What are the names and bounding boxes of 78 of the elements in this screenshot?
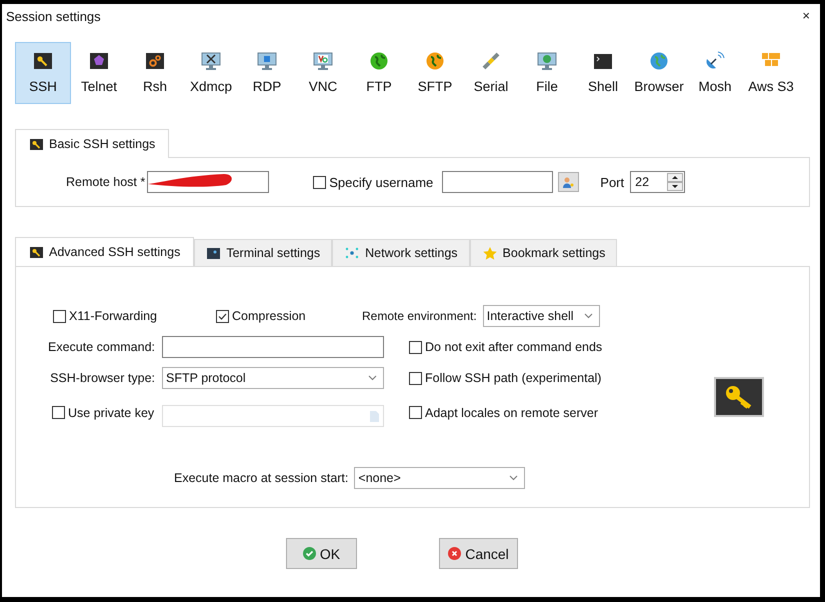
protocol-button[interactable]: SSH (15, 42, 71, 104)
option-label: Follow SSH path (experimental) (425, 371, 602, 385)
macro-dropdown[interactable]: <none> (354, 467, 526, 489)
user-icon[interactable] (558, 172, 580, 192)
ok-button[interactable]: OK (286, 538, 357, 569)
macro-label: Execute macro at session start: (174, 471, 348, 485)
ssh-browser-type-label: SSH-browser type: (50, 371, 155, 385)
gem-icon (90, 53, 108, 69)
protocol-button[interactable]: Aws S3 (743, 42, 799, 104)
compression-label: Compression (232, 309, 306, 323)
checkbox[interactable] (409, 406, 422, 419)
checkbox[interactable] (409, 340, 422, 354)
tab[interactable]: Terminal settings (194, 239, 332, 266)
monitor-icon (313, 52, 333, 70)
option-label: Adapt locales on remote server (425, 406, 598, 420)
port-field[interactable]: 22 (630, 171, 686, 193)
protocol-button[interactable]: File (519, 42, 575, 104)
checkbox[interactable] (409, 372, 422, 384)
checkbox[interactable] (53, 310, 66, 322)
key-icon (30, 138, 43, 150)
key-icon (30, 246, 43, 258)
remote-environment-label: Remote environment: (362, 309, 477, 323)
protocol-button[interactable]: Shell (575, 42, 631, 104)
protocol-button[interactable]: Telnet (71, 42, 127, 104)
cancel-button[interactable]: Cancel (439, 538, 518, 569)
checkmark-icon (302, 547, 316, 560)
monitor-icon (257, 52, 277, 70)
checkbox[interactable] (313, 176, 326, 188)
monitor-icon (537, 52, 557, 70)
key-button[interactable] (714, 377, 764, 417)
protocol-button[interactable]: FTP (351, 42, 407, 104)
execute-command-field[interactable] (162, 336, 384, 358)
terminal-icon (594, 54, 612, 68)
caret-icon (584, 313, 593, 319)
network-icon (345, 247, 360, 259)
globe-icon (370, 52, 388, 70)
protocol-button[interactable]: Browser (631, 42, 687, 104)
file-icon (370, 410, 379, 422)
terminal-icon (207, 248, 220, 258)
protocol-button[interactable]: Xdmcp (183, 42, 239, 104)
option-label: Do not exit after command ends (425, 340, 602, 354)
plug-icon (481, 51, 501, 71)
protocol-button[interactable]: Rsh (127, 42, 183, 104)
cross-icon (448, 547, 462, 560)
remote-host-field[interactable] (147, 171, 270, 193)
protocol-button[interactable]: RDP (239, 42, 295, 104)
checkbox[interactable] (216, 310, 229, 322)
username-field[interactable] (442, 171, 554, 193)
gears-icon (146, 53, 164, 69)
window-title: Session settings (6, 8, 101, 24)
tab[interactable]: Bookmark settings (470, 239, 618, 266)
protocol-button[interactable]: Serial (463, 42, 519, 104)
ssh-browser-type-dropdown[interactable]: SFTP protocol (162, 367, 384, 389)
globe-icon (426, 52, 444, 70)
tab[interactable]: Network settings (332, 239, 470, 266)
port-label: Port (600, 174, 624, 190)
tab[interactable]: Basic SSH settings (15, 129, 170, 158)
x11-forwarding-label: X11-Forwarding (69, 309, 158, 323)
protocol-button[interactable]: VNC (295, 42, 351, 104)
monitor-icon (201, 52, 221, 70)
remote-environment-dropdown[interactable]: Interactive shell (482, 305, 600, 327)
satellite-dish-icon (705, 51, 725, 71)
globe-icon (650, 52, 668, 70)
execute-command-label: Execute command: (48, 340, 155, 354)
specify-username-label: Specify username (329, 174, 434, 190)
tab[interactable]: Advanced SSH settings (15, 237, 194, 266)
star-icon (482, 246, 497, 260)
spin-arrows-icon[interactable] (667, 173, 684, 191)
close-button[interactable]: × (798, 6, 814, 26)
caret-icon (509, 475, 518, 481)
protocol-button[interactable]: Mosh (687, 42, 743, 104)
key-icon (724, 384, 754, 410)
checkbox[interactable] (52, 406, 65, 419)
key-icon (34, 53, 52, 69)
caret-icon (368, 375, 377, 381)
use-private-key-label: Use private key (68, 406, 154, 420)
remote-host-label: Remote host * (66, 175, 146, 189)
protocol-button[interactable]: SFTP (407, 42, 463, 104)
